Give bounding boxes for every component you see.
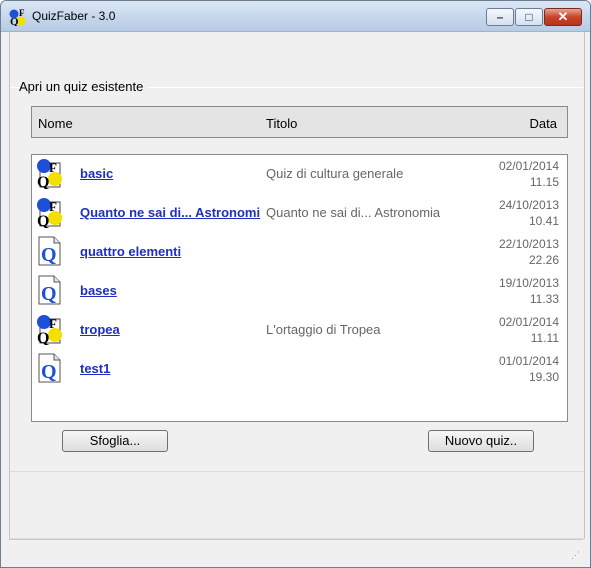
quiz-date-time: 11.11 bbox=[530, 331, 559, 345]
quiz-row[interactable]: Qquattro elementi 22/10/2013 22.26 bbox=[32, 233, 567, 272]
window-title: QuizFaber - 3.0 bbox=[32, 9, 116, 23]
quiz-document-icon: Q bbox=[38, 275, 61, 305]
quiz-date-day: 01/01/2014 bbox=[498, 354, 559, 368]
quiz-date-day: 02/01/2014 bbox=[498, 315, 559, 329]
column-header-date[interactable]: Data bbox=[530, 116, 557, 131]
open-quiz-section-label: Apri un quiz esistente bbox=[19, 79, 148, 94]
column-header-title[interactable]: Titolo bbox=[266, 116, 297, 131]
quiz-title: Quanto ne sai di... Astronomia bbox=[266, 205, 441, 220]
quiz-document-icon: Q bbox=[38, 236, 61, 266]
quiz-name-link[interactable]: basic bbox=[80, 166, 263, 181]
column-header: Nome Titolo Data bbox=[31, 106, 568, 138]
svg-text:Q: Q bbox=[41, 244, 57, 266]
maximize-button[interactable]: □ bbox=[515, 8, 543, 26]
quiz-row[interactable]: Q Ftropea L'ortaggio di Tropea 02/01/2014 11… bbox=[32, 311, 567, 350]
svg-text:Q: Q bbox=[41, 361, 57, 383]
quiz-date-day: 02/01/2014 bbox=[498, 159, 559, 173]
quiz-row[interactable]: Qbases 19/10/2013 11.33 bbox=[32, 272, 567, 311]
quiz-list: Q Fbasic Quiz di cultura generale 02/01/201… bbox=[31, 154, 568, 422]
quiz-title: L'ortaggio di Tropea bbox=[266, 322, 381, 337]
quiz-date-time: 11.15 bbox=[529, 175, 559, 189]
footer-divider bbox=[10, 471, 584, 472]
quiz-date: 02/01/2014 11.15 bbox=[499, 158, 559, 190]
svg-text:F: F bbox=[49, 199, 57, 214]
svg-text:Q: Q bbox=[37, 174, 49, 189]
quiz-name-link[interactable]: Quanto ne sai di... Astronomi bbox=[80, 205, 263, 220]
quiz-date-time: 22.26 bbox=[528, 253, 559, 267]
browse-button[interactable]: Sfoglia... bbox=[62, 430, 168, 452]
resize-grip-icon[interactable]: ⋰ bbox=[571, 550, 581, 560]
main-panel: Apri un quiz esistente Nome Titolo Data … bbox=[9, 32, 585, 539]
svg-text:F: F bbox=[19, 8, 25, 18]
close-icon: ✕ bbox=[557, 9, 569, 24]
quiz-date: 22/10/2013 22.26 bbox=[499, 236, 559, 268]
quiz-date: 01/01/2014 19.30 bbox=[499, 353, 559, 385]
minimize-icon: – bbox=[496, 10, 504, 24]
quizfaber-logo-icon: QF bbox=[37, 198, 62, 228]
quiz-date-day: 22/10/2013 bbox=[498, 237, 559, 251]
title-bar[interactable]: Q F QuizFaber - 3.0 – □ ✕ bbox=[1, 1, 590, 32]
quiz-row[interactable]: Q Fbasic Quiz di cultura generale 02/01/201… bbox=[32, 155, 567, 194]
close-button[interactable]: ✕ bbox=[544, 8, 582, 26]
quiz-date: 24/10/2013 10.41 bbox=[499, 197, 559, 229]
svg-text:Q: Q bbox=[37, 330, 49, 345]
quiz-name-link[interactable]: bases bbox=[80, 283, 263, 298]
quiz-name-link[interactable]: test1 bbox=[80, 361, 263, 376]
svg-text:F: F bbox=[49, 160, 57, 175]
minimize-button[interactable]: – bbox=[486, 8, 514, 26]
quiz-document-icon: Q bbox=[38, 353, 61, 383]
svg-text:Q: Q bbox=[10, 16, 19, 26]
quiz-title: Quiz di cultura generale bbox=[266, 166, 404, 181]
quizfaber-logo-icon: QF bbox=[37, 159, 62, 189]
quiz-name-link[interactable]: quattro elementi bbox=[80, 244, 263, 259]
app-window: Q F QuizFaber - 3.0 – □ ✕ Apri un quiz e… bbox=[0, 0, 591, 568]
quizfaber-app-icon: Q F bbox=[9, 8, 26, 26]
quiz-name-link[interactable]: tropea bbox=[80, 322, 263, 337]
status-bar: ⋰ bbox=[9, 539, 583, 562]
quiz-date: 19/10/2013 11.33 bbox=[499, 275, 559, 307]
quiz-row[interactable]: Qtest1 01/01/2014 19.30 bbox=[32, 350, 567, 389]
quizfaber-logo-icon: QF bbox=[37, 315, 62, 345]
svg-text:Q: Q bbox=[41, 283, 57, 305]
quiz-date-time: 19.30 bbox=[528, 370, 559, 384]
quiz-date-day: 19/10/2013 bbox=[498, 276, 559, 290]
svg-text:F: F bbox=[49, 316, 57, 331]
column-header-name[interactable]: Nome bbox=[38, 116, 73, 131]
new-quiz-button[interactable]: Nuovo quiz.. bbox=[428, 430, 534, 452]
quiz-row[interactable]: Q F Quanto ne sai di... Astronomi Quanto ne… bbox=[32, 194, 567, 233]
quiz-date: 02/01/2014 11.11 bbox=[499, 314, 559, 346]
quiz-date-time: 11.33 bbox=[529, 292, 559, 306]
svg-text:Q: Q bbox=[37, 213, 49, 228]
maximize-icon: □ bbox=[525, 10, 533, 24]
quiz-date-time: 10.41 bbox=[528, 214, 559, 228]
quiz-date-day: 24/10/2013 bbox=[498, 198, 559, 212]
